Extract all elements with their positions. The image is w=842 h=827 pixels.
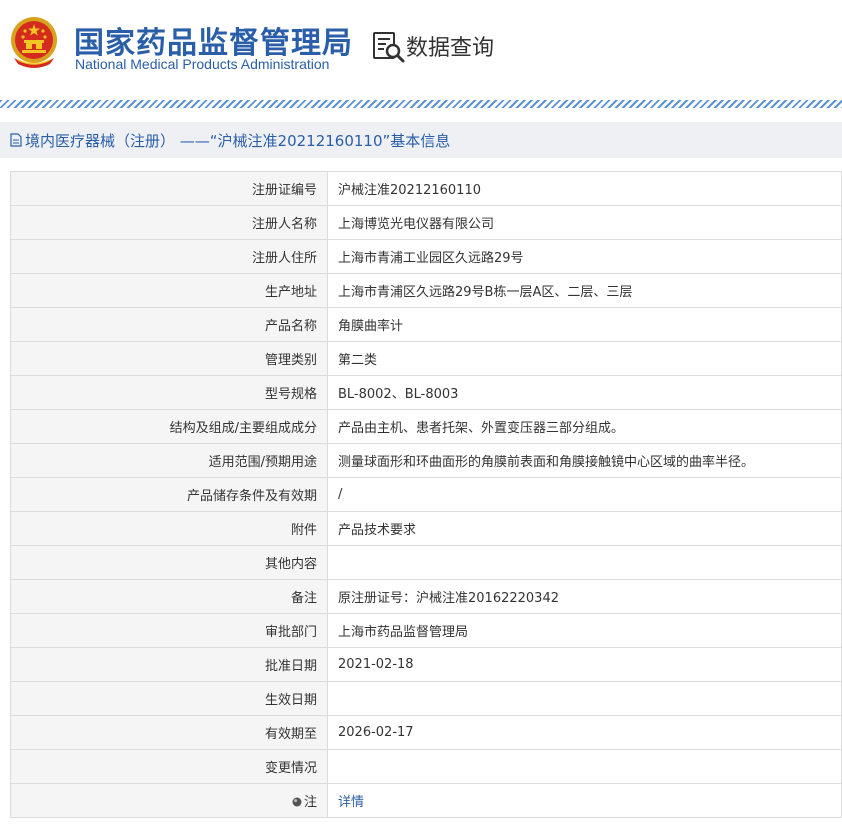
field-value: BL-8002、BL-8003 bbox=[327, 375, 842, 410]
table-row: 产品名称 角膜曲率计 bbox=[10, 307, 842, 342]
field-value bbox=[327, 749, 842, 784]
field-value: 上海市药品监督管理局 bbox=[327, 613, 842, 648]
basic-info-table: 注册证编号 沪械注准20212160110 注册人名称 上海博览光电仪器有限公司… bbox=[10, 171, 842, 818]
details-link[interactable]: 详情 bbox=[338, 795, 364, 810]
table-row: 产品储存条件及有效期 / bbox=[10, 477, 842, 512]
field-label: 有效期至 bbox=[10, 715, 328, 750]
data-query-icon bbox=[373, 32, 405, 63]
field-label: 产品名称 bbox=[10, 307, 328, 342]
field-value: 2021-02-18 bbox=[327, 647, 842, 682]
field-value bbox=[327, 681, 842, 716]
org-name-en: National Medical Products Administration bbox=[75, 56, 330, 72]
table-row: 批准日期 2021-02-18 bbox=[10, 647, 842, 682]
field-label: 其他内容 bbox=[10, 545, 328, 580]
table-row: 结构及组成/主要组成成分 产品由主机、患者托架、外置变压器三部分组成。 bbox=[10, 409, 842, 444]
table-row: 生产地址 上海市青浦区久远路29号B栋一层A区、二层、三层 bbox=[10, 273, 842, 308]
field-value: / bbox=[327, 477, 842, 512]
field-value: 测量球面形和环曲面形的角膜前表面和角膜接触镜中心区域的曲率半径。 bbox=[327, 443, 842, 478]
field-label: 批准日期 bbox=[10, 647, 328, 682]
table-row: 管理类别 第二类 bbox=[10, 341, 842, 376]
breadcrumb: 境内医疗器械（注册） ——“沪械注准20212160110”基本信息 bbox=[0, 122, 842, 158]
field-label: 备注 bbox=[10, 579, 328, 614]
field-label: 适用范围/预期用途 bbox=[10, 443, 328, 478]
field-label: 生产地址 bbox=[10, 273, 328, 308]
field-value bbox=[327, 545, 842, 580]
table-row: 变更情况 bbox=[10, 749, 842, 784]
field-label: 变更情况 bbox=[10, 749, 328, 784]
table-row: 生效日期 bbox=[10, 681, 842, 716]
table-row: 适用范围/预期用途 测量球面形和环曲面形的角膜前表面和角膜接触镜中心区域的曲率半… bbox=[10, 443, 842, 478]
table-row: 型号规格 BL-8002、BL-8003 bbox=[10, 375, 842, 410]
field-label: 结构及组成/主要组成成分 bbox=[10, 409, 328, 444]
field-label: 管理类别 bbox=[10, 341, 328, 376]
field-label: 产品储存条件及有效期 bbox=[10, 477, 328, 512]
table-row: 注册证编号 沪械注准20212160110 bbox=[10, 171, 842, 206]
info-dot-icon bbox=[292, 797, 302, 807]
field-value: 2026-02-17 bbox=[327, 715, 842, 750]
query-title: 数据查询 bbox=[406, 36, 495, 61]
field-label: 型号规格 bbox=[10, 375, 328, 410]
field-value: 上海博览光电仪器有限公司 bbox=[327, 205, 842, 240]
table-row: 注册人住所 上海市青浦工业园区久远路29号 bbox=[10, 239, 842, 274]
field-value: 产品由主机、患者托架、外置变压器三部分组成。 bbox=[327, 409, 842, 444]
field-label: 注册人名称 bbox=[10, 205, 328, 240]
table-row-note: 注 详情 bbox=[10, 783, 842, 818]
table-row: 附件 产品技术要求 bbox=[10, 511, 842, 546]
field-value: 上海市青浦工业园区久远路29号 bbox=[327, 239, 842, 274]
field-value: 原注册证号：沪械注准20162220342 bbox=[327, 579, 842, 614]
field-value: 第二类 bbox=[327, 341, 842, 376]
national-emblem-icon bbox=[11, 17, 57, 68]
field-label: 审批部门 bbox=[10, 613, 328, 648]
table-row: 审批部门 上海市药品监督管理局 bbox=[10, 613, 842, 648]
field-value: 产品技术要求 bbox=[327, 511, 842, 546]
table-row: 注册人名称 上海博览光电仪器有限公司 bbox=[10, 205, 842, 240]
note-label-cell: 注 bbox=[10, 783, 328, 818]
field-label: 注册人住所 bbox=[10, 239, 328, 274]
breadcrumb-text: 境内医疗器械（注册） ——“沪械注准20212160110”基本信息 bbox=[25, 131, 451, 150]
site-header: 国家药品监督管理局 National Medical Products Admi… bbox=[0, 0, 842, 100]
field-label: 附件 bbox=[10, 511, 328, 546]
table-row: 有效期至 2026-02-17 bbox=[10, 715, 842, 750]
table-row: 备注 原注册证号：沪械注准20162220342 bbox=[10, 579, 842, 614]
note-label: 注 bbox=[303, 795, 317, 810]
field-value: 上海市青浦区久远路29号B栋一层A区、二层、三层 bbox=[327, 273, 842, 308]
header-divider bbox=[0, 100, 842, 108]
note-value-cell: 详情 bbox=[327, 783, 842, 818]
field-value: 角膜曲率计 bbox=[327, 307, 842, 342]
field-value: 沪械注准20212160110 bbox=[327, 171, 842, 206]
document-icon bbox=[10, 133, 22, 147]
field-label: 生效日期 bbox=[10, 681, 328, 716]
table-row: 其他内容 bbox=[10, 545, 842, 580]
field-label: 注册证编号 bbox=[10, 171, 328, 206]
